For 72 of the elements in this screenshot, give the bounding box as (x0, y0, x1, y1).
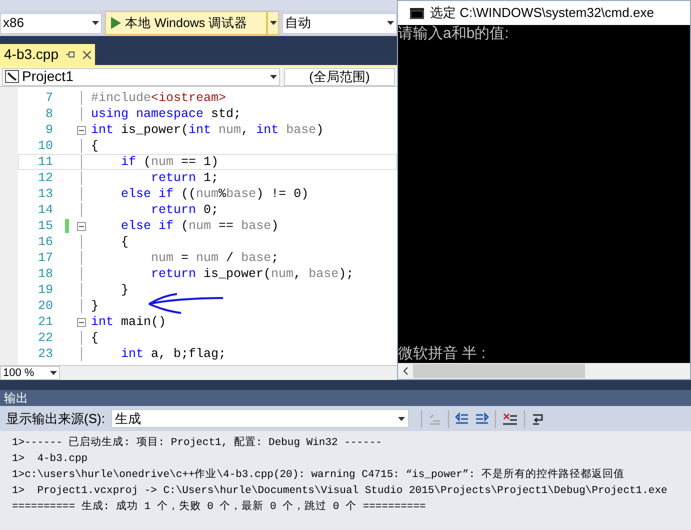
project-dropdown[interactable]: Project1 (2, 68, 280, 86)
code-line: else if (num == base) (120, 219, 279, 233)
output-line: 1> 4-b3.cpp (12, 452, 89, 467)
code-line: else if ((num%base) != 0) (120, 187, 309, 201)
next-message-icon[interactable] (474, 412, 489, 426)
previous-message-icon[interactable] (454, 412, 469, 426)
line-number: 13 (36, 186, 54, 202)
config-dropdown[interactable]: 自动 (282, 12, 397, 34)
source-dropdown[interactable]: 生成 (110, 409, 409, 428)
debugger-dropdown[interactable] (267, 11, 279, 35)
file-tab[interactable]: 4-b3.cpp (0, 44, 96, 65)
line-number: 19 (36, 282, 54, 298)
code-line: using namespace std; (91, 107, 242, 121)
start-debugger-button[interactable]: 本地 Windows 调试器 (105, 11, 267, 35)
console-text: 请输入a和b的值: (398, 25, 510, 43)
scrollbar-thumb[interactable] (413, 364, 585, 378)
scope-dropdown[interactable]: (全局范围) (284, 68, 395, 86)
project-icon (5, 70, 19, 83)
output-line: 1>------ 已启动生成: 项目: Project1, 配置: Debug Win32 ------ (12, 435, 383, 451)
code-line: { (91, 331, 99, 345)
zoom-dropdown[interactable]: 100 % (0, 366, 60, 380)
code-line: } (120, 283, 129, 297)
dropdown-caret-icon (398, 416, 405, 420)
line-number: 16 (36, 234, 54, 250)
scroll-left-icon[interactable] (403, 367, 408, 375)
line-number: 8 (44, 106, 54, 122)
collapse-icon[interactable] (76, 126, 86, 134)
dropdown-caret-icon (92, 21, 99, 25)
line-number: 23 (36, 346, 54, 362)
code-line: return 0; (150, 203, 219, 217)
code-line: if (num == 1) (120, 155, 219, 169)
code-line: int a, b;flag; (120, 347, 226, 361)
line-number: 12 (36, 170, 54, 186)
pin-icon[interactable] (66, 51, 76, 58)
console-icon (410, 8, 424, 18)
line-number: 17 (36, 250, 54, 266)
output-line: 1> Project1.vcxproj -> C:\Users\hurle\Documents\Visual Studio 2015\Projects\Project1\Debug\Project1.exe (12, 484, 668, 499)
code-line: return is_power(num, base); (150, 267, 354, 281)
code-line: } (91, 299, 99, 313)
line-number: 7 (44, 90, 54, 106)
line-number: 11 (36, 154, 54, 170)
code-line: int is_power(int num, int base) (91, 123, 324, 137)
code-line: return 1; (150, 171, 219, 185)
window-title: 选定 C:\WINDOWS\system32\cmd.exe (430, 4, 654, 22)
line-number: 15 (36, 218, 54, 234)
line-number: 18 (36, 266, 54, 282)
code-line: #include<iostream> (91, 91, 226, 105)
code-line: { (91, 139, 99, 153)
code-line: { (120, 235, 129, 249)
dropdown-caret-icon (270, 21, 276, 25)
line-number: 9 (44, 122, 54, 138)
panel-title: 输出 (0, 390, 691, 406)
code-line: int main() (91, 315, 166, 329)
code-line: num = num / base; (150, 251, 279, 265)
line-number: 14 (36, 202, 54, 218)
output-line: ========== 生成: 成功 1 个，失败 0 个，最新 0 个，跳过 0 个 ========== (12, 499, 427, 515)
ime-status: 微软拼音 半 : (398, 345, 487, 363)
line-number: 20 (36, 298, 54, 314)
platform-dropdown[interactable]: x86 (0, 12, 102, 34)
close-icon[interactable] (83, 50, 92, 58)
dropdown-caret-icon (50, 371, 57, 375)
collapse-icon[interactable] (76, 318, 86, 326)
clear-all-icon[interactable] (502, 412, 518, 426)
line-number: 22 (36, 330, 54, 346)
line-number: 21 (36, 314, 54, 330)
collapse-icon[interactable] (76, 222, 86, 230)
dropdown-caret-icon (270, 74, 277, 78)
source-label: 显示输出来源(S): (6, 410, 105, 428)
dropdown-caret-icon (387, 21, 394, 25)
line-number: 10 (36, 138, 54, 154)
play-icon (111, 17, 121, 29)
output-line: 1>c:\users\hurle\onedrive\c++作业\4-b3.cpp(20): warning C4715: “is_power”: 不是所有的控件路径都返回值 (12, 467, 626, 483)
